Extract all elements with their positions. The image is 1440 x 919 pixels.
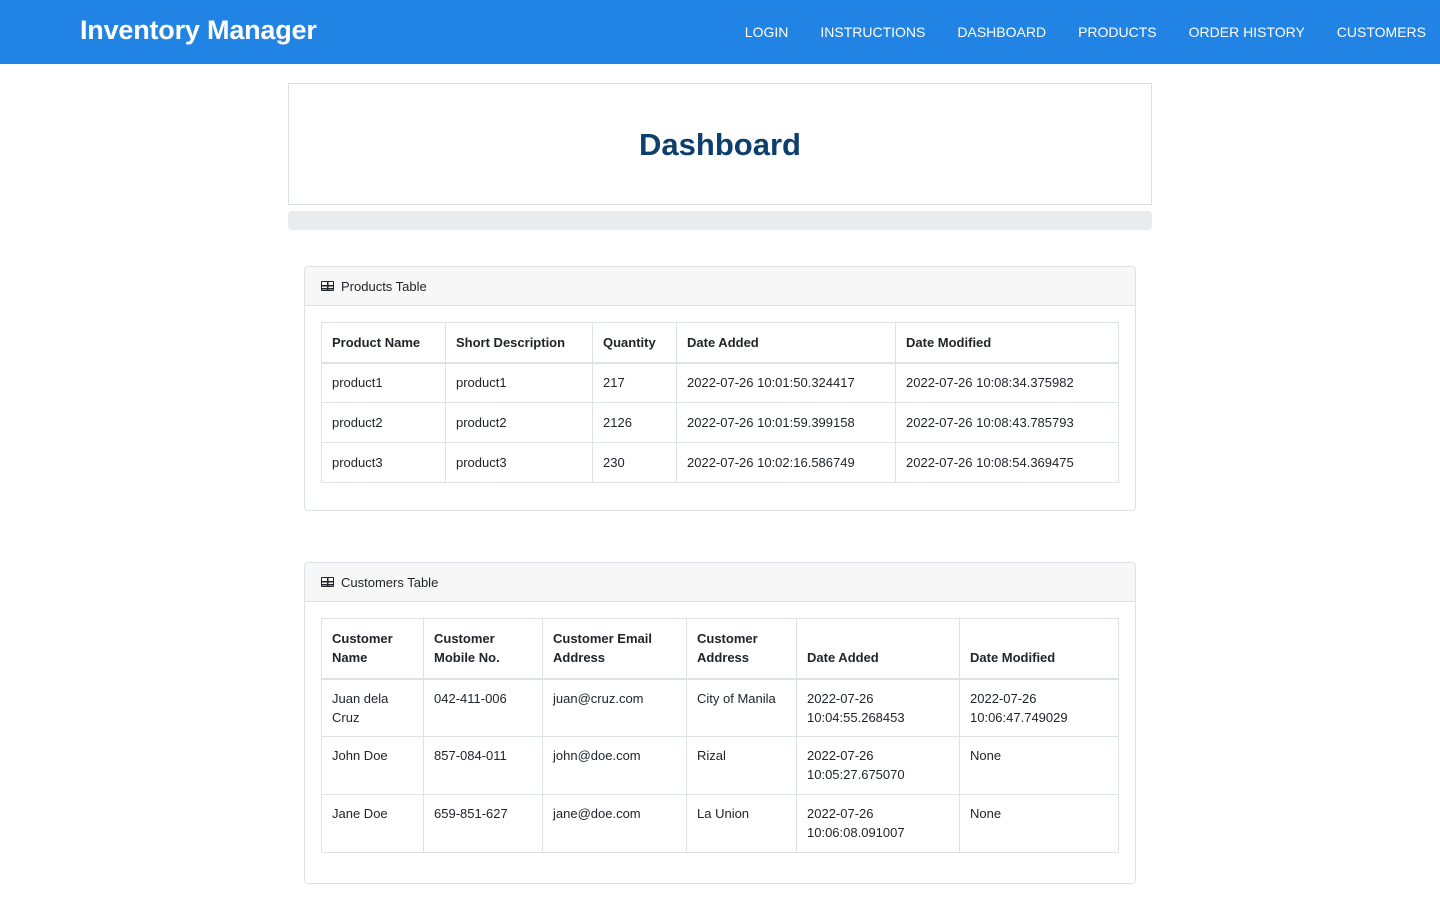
customers-table: Customer Name Customer Mobile No. Custom… (321, 618, 1119, 853)
table-cell: None (959, 794, 1119, 853)
column-header: Product Name (321, 322, 446, 364)
nav-order-history-link[interactable]: ORDER HISTORY (1189, 24, 1305, 40)
page-header-card: Dashboard (288, 83, 1152, 205)
column-header: Customer Email Address (542, 618, 687, 680)
table-cell: 2126 (592, 402, 677, 443)
table-cell: 2022-07-26 10:08:54.369475 (895, 442, 1119, 483)
table-cell: Juan dela Cruz (321, 678, 424, 737)
table-cell: juan@cruz.com (542, 678, 687, 737)
customers-card-header: Customers Table (305, 563, 1135, 602)
table-cell: 2022-07-26 10:02:16.586749 (676, 442, 896, 483)
table-cell: 042-411-006 (423, 678, 543, 737)
brand-logo[interactable]: Inventory Manager (80, 15, 317, 46)
table-header-row: Product Name Short Description Quantity … (321, 322, 1119, 364)
column-header: Date Added (796, 618, 960, 680)
navbar: Inventory Manager LOGIN INSTRUCTIONS DAS… (0, 0, 1440, 64)
column-header: Date Added (676, 322, 896, 364)
divider-bar (288, 211, 1152, 230)
column-header: Quantity (592, 322, 677, 364)
table-row: product1 product1 217 2022-07-26 10:01:5… (321, 362, 1119, 403)
table-cell: 2022-07-26 10:08:43.785793 (895, 402, 1119, 443)
customers-table-card: Customers Table Customer Name Customer M… (304, 562, 1136, 884)
table-cell: 659-851-627 (423, 794, 543, 853)
table-cell: 2022-07-26 10:01:59.399158 (676, 402, 896, 443)
table-cell: City of Manila (686, 678, 797, 737)
table-cell: john@doe.com (542, 736, 687, 795)
table-cell: product3 (445, 442, 593, 483)
column-header: Customer Name (321, 618, 424, 680)
products-table-card: Products Table Product Name Short Descri… (304, 266, 1136, 511)
nav-customers-link[interactable]: CUSTOMERS (1337, 24, 1426, 40)
table-cell: Jane Doe (321, 794, 424, 853)
table-row: Juan dela Cruz 042-411-006 juan@cruz.com… (321, 678, 1119, 737)
table-cell: 2022-07-26 10:04:55.268453 (796, 678, 960, 737)
column-header: Short Description (445, 322, 593, 364)
customers-card-title: Customers Table (341, 574, 439, 590)
products-card-title: Products Table (341, 278, 427, 294)
table-cell: product3 (321, 442, 446, 483)
table-cell: jane@doe.com (542, 794, 687, 853)
table-icon (321, 577, 334, 587)
products-card-header: Products Table (305, 267, 1135, 306)
products-table: Product Name Short Description Quantity … (321, 322, 1119, 483)
nav-products-link[interactable]: PRODUCTS (1078, 24, 1157, 40)
table-cell: 2022-07-26 10:06:47.749029 (959, 678, 1119, 737)
table-cell: product2 (321, 402, 446, 443)
table-cell: 230 (592, 442, 677, 483)
nav-dashboard-link[interactable]: DASHBOARD (957, 24, 1046, 40)
table-cell: La Union (686, 794, 797, 853)
table-cell: 217 (592, 362, 677, 403)
table-cell: 2022-07-26 10:01:50.324417 (676, 362, 896, 403)
table-cell: None (959, 736, 1119, 795)
table-cell: 2022-07-26 10:05:27.675070 (796, 736, 960, 795)
page-title: Dashboard (639, 127, 801, 162)
column-header: Date Modified (895, 322, 1119, 364)
table-cell: product2 (445, 402, 593, 443)
table-cell: John Doe (321, 736, 424, 795)
table-cell: product1 (445, 362, 593, 403)
table-row: John Doe 857-084-011 john@doe.com Rizal … (321, 736, 1119, 795)
column-header: Customer Mobile No. (423, 618, 543, 680)
table-cell: product1 (321, 362, 446, 403)
nav-instructions-link[interactable]: INSTRUCTIONS (820, 24, 925, 40)
table-cell: 2022-07-26 10:08:34.375982 (895, 362, 1119, 403)
table-cell: 2022-07-26 10:06:08.091007 (796, 794, 960, 853)
table-cell: Rizal (686, 736, 797, 795)
table-row: product2 product2 2126 2022-07-26 10:01:… (321, 402, 1119, 443)
column-header: Customer Address (686, 618, 797, 680)
table-row: product3 product3 230 2022-07-26 10:02:1… (321, 442, 1119, 483)
table-cell: 857-084-011 (423, 736, 543, 795)
table-header-row: Customer Name Customer Mobile No. Custom… (321, 618, 1119, 680)
column-header: Date Modified (959, 618, 1119, 680)
nav-links: LOGIN INSTRUCTIONS DASHBOARD PRODUCTS OR… (713, 0, 1426, 64)
table-icon (321, 281, 334, 291)
table-row: Jane Doe 659-851-627 jane@doe.com La Uni… (321, 794, 1119, 853)
nav-login-link[interactable]: LOGIN (745, 24, 789, 40)
